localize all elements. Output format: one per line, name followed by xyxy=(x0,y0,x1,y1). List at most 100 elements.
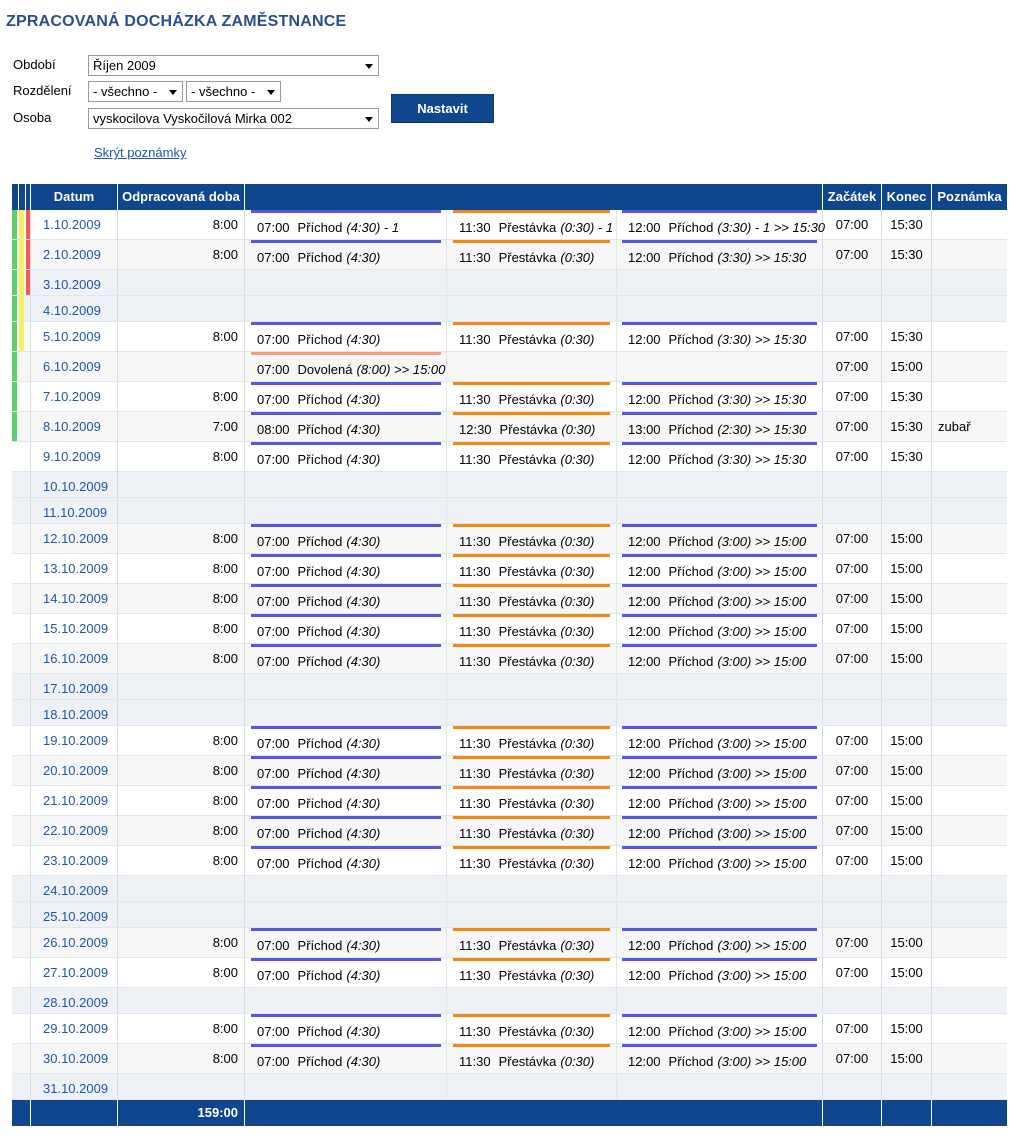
worked-cell xyxy=(118,472,245,497)
segment-detail: (0:30) xyxy=(560,796,595,811)
segment-detail: (0:30) xyxy=(561,422,596,437)
division-select-1[interactable]: - všechno - xyxy=(88,81,183,102)
date-cell: 23.10.2009 xyxy=(31,846,118,875)
break-bar xyxy=(453,554,610,557)
segment-text: 11:30 Přestávka (0:30) xyxy=(459,534,594,549)
segment-time: 07:00 xyxy=(257,624,290,639)
timeline-cell: 07:00 Příchod (4:30) 11:30 Přestávka (0:30) 12… xyxy=(245,614,823,643)
stripe-cell xyxy=(12,554,31,583)
segment-label: Přestávka xyxy=(498,856,557,871)
segment-label: Přestávka xyxy=(498,654,557,669)
segment-text: 07:00 Příchod (4:30) xyxy=(257,654,380,669)
note-cell xyxy=(932,498,1007,523)
note-cell xyxy=(932,816,1007,845)
person-label: Osoba xyxy=(13,110,52,125)
segment-label: Příchod xyxy=(297,826,343,841)
end-time-cell: 15:30 xyxy=(882,382,932,411)
arrival-bar xyxy=(622,554,817,557)
segment-text: 11:30 Přestávka (0:30) xyxy=(459,452,594,467)
date-cell: 28.10.2009 xyxy=(31,988,118,1013)
timeline-segment-arrival: 12:00 Příchod (3:00) >> 15:00 xyxy=(622,756,817,786)
timeline-divider xyxy=(616,902,617,927)
note-cell xyxy=(932,756,1007,785)
submit-button[interactable]: Nastavit xyxy=(391,94,494,123)
arrival-bar xyxy=(622,210,817,213)
table-row: 14.10.2009 8:00 07:00 Příchod (4:30) 11:30 Pře… xyxy=(12,584,1007,614)
total-worked: 159:00 xyxy=(118,1100,245,1126)
note-cell xyxy=(932,726,1007,755)
stripe-cell xyxy=(12,816,31,845)
break-bar xyxy=(453,524,610,527)
stripe-cell xyxy=(12,644,31,673)
timeline-segment-break: 11:30 Přestávka (0:30) xyxy=(453,644,610,674)
division-select-2[interactable]: - všechno - xyxy=(186,81,281,102)
segment-label: Příchod xyxy=(668,220,714,235)
segment-time: 07:00 xyxy=(257,654,290,669)
arrival-bar xyxy=(251,726,441,729)
timeline-divider xyxy=(616,674,617,699)
person-select-value: vyskocilova Vyskočilová Mirka 002 xyxy=(93,111,292,126)
segment-text: 07:00 Příchod (4:30) xyxy=(257,392,380,407)
arrival-bar xyxy=(251,412,441,415)
end-time-cell xyxy=(882,902,932,927)
segment-detail: (0:30) - 1 xyxy=(560,220,614,235)
arrival-bar xyxy=(251,846,441,849)
segment-detail: (3:00) >> 15:00 xyxy=(717,796,807,811)
worked-cell xyxy=(118,674,245,699)
stripe-cell xyxy=(12,296,31,321)
person-select[interactable]: vyskocilova Vyskočilová Mirka 002 xyxy=(88,108,379,129)
footer-cell xyxy=(31,1100,118,1126)
segment-time: 12:00 xyxy=(628,736,661,751)
hide-notes-link[interactable]: Skrýt poznámky xyxy=(94,145,186,160)
footer-cell xyxy=(823,1100,882,1126)
timeline-divider xyxy=(446,928,447,957)
worked-cell xyxy=(118,1074,245,1099)
break-bar xyxy=(453,1014,610,1017)
table-row: 28.10.2009 xyxy=(12,988,1007,1014)
segment-time: 07:00 xyxy=(257,392,290,407)
segment-text: 11:30 Přestávka (0:30) xyxy=(459,766,594,781)
segment-text: 12:00 Příchod (3:00) >> 15:00 xyxy=(628,1054,806,1069)
timeline-segment-break: 11:30 Přestávka (0:30) xyxy=(453,240,610,270)
stripe-cell xyxy=(12,1044,31,1073)
table-row: 8.10.2009 7:00 08:00 Příchod (4:30) 12:30 Přes… xyxy=(12,412,1007,442)
segment-detail: (4:30) xyxy=(346,796,381,811)
stripe-cell xyxy=(12,412,31,441)
segment-label: Příchod xyxy=(297,220,343,235)
timeline-cell xyxy=(245,988,823,1013)
segment-text: 07:00 Příchod (4:30) xyxy=(257,736,380,751)
timeline-divider xyxy=(616,1014,617,1043)
segment-detail: (4:30) xyxy=(346,452,381,467)
worked-cell: 8:00 xyxy=(118,1044,245,1073)
date-cell: 19.10.2009 xyxy=(31,726,118,755)
timeline-divider xyxy=(446,1014,447,1043)
timeline-divider xyxy=(446,382,447,411)
note-cell xyxy=(932,958,1007,987)
table-row: 29.10.2009 8:00 07:00 Příchod (4:30) 11:30 Pře… xyxy=(12,1014,1007,1044)
break-bar xyxy=(453,584,610,587)
stripe-cell xyxy=(12,674,31,699)
stripe-cell xyxy=(12,756,31,785)
start-time-cell xyxy=(823,1074,882,1099)
arrival-bar xyxy=(251,644,441,647)
timeline-cell: 08:00 Příchod (4:30) 12:30 Přestávka (0:30) 13… xyxy=(245,412,823,441)
segment-text: 11:30 Přestávka (0:30) xyxy=(459,250,594,265)
segment-time: 11:30 xyxy=(459,826,491,841)
segment-label: Přestávka xyxy=(498,766,557,781)
period-select[interactable]: Říjen 2009 xyxy=(88,55,379,76)
end-time-cell: 15:00 xyxy=(882,846,932,875)
segment-time: 11:30 xyxy=(459,534,491,549)
end-time-cell: 15:30 xyxy=(882,412,932,441)
segment-detail: (0:30) xyxy=(560,968,595,983)
segment-label: Přestávka xyxy=(498,1024,557,1039)
footer-cell xyxy=(245,1100,823,1126)
start-time-cell xyxy=(823,876,882,901)
segment-time: 12:00 xyxy=(628,968,661,983)
segment-text: 12:00 Příchod (3:00) >> 15:00 xyxy=(628,654,806,669)
break-bar xyxy=(453,442,610,445)
segment-text: 11:30 Přestávka (0:30) xyxy=(459,1024,594,1039)
segment-time: 12:00 xyxy=(628,624,661,639)
date-cell: 14.10.2009 xyxy=(31,584,118,613)
date-cell: 2.10.2009 xyxy=(31,240,118,269)
timeline-segment-break: 11:30 Přestávka (0:30) xyxy=(453,322,610,352)
